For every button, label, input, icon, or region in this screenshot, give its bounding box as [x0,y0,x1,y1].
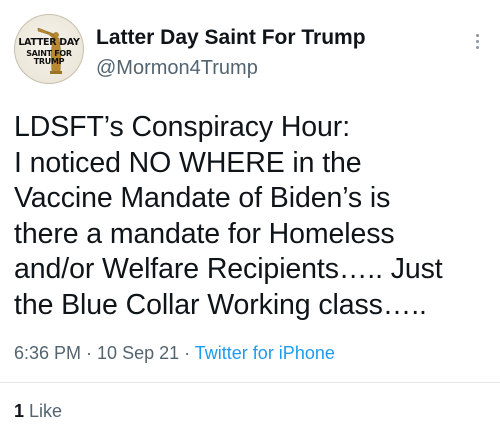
meta-separator: · [179,343,195,363]
more-vertical-icon [475,33,479,37]
avatar[interactable]: LATTER DAY SAINT FOR TRUMP [14,14,84,84]
tweet-source-link[interactable]: Twitter for iPhone [195,343,335,363]
meta-separator: · [81,343,98,363]
author-display-name[interactable]: Latter Day Saint For Trump [96,26,366,50]
divider [0,382,500,383]
tweet-text: LDSFT’s Conspiracy Hour: I noticed NO WH… [14,111,443,321]
avatar-logo-text: LATTER DAY [18,37,80,48]
like-count: 1 [14,401,25,421]
tweet-date[interactable]: 10 Sep 21 [97,343,179,363]
tweet-meta: 6:36 PM · 10 Sep 21 · Twitter for iPhone [14,343,335,364]
like-label: Like [29,401,63,421]
avatar-logo-subtext: SAINT FOR TRUMP [26,49,72,66]
tweet-time[interactable]: 6:36 PM [14,343,81,363]
author-handle[interactable]: @Mormon4Trump [96,57,258,80]
more-options-button[interactable] [466,26,488,56]
likes-link[interactable]: 1 Like [14,401,62,422]
